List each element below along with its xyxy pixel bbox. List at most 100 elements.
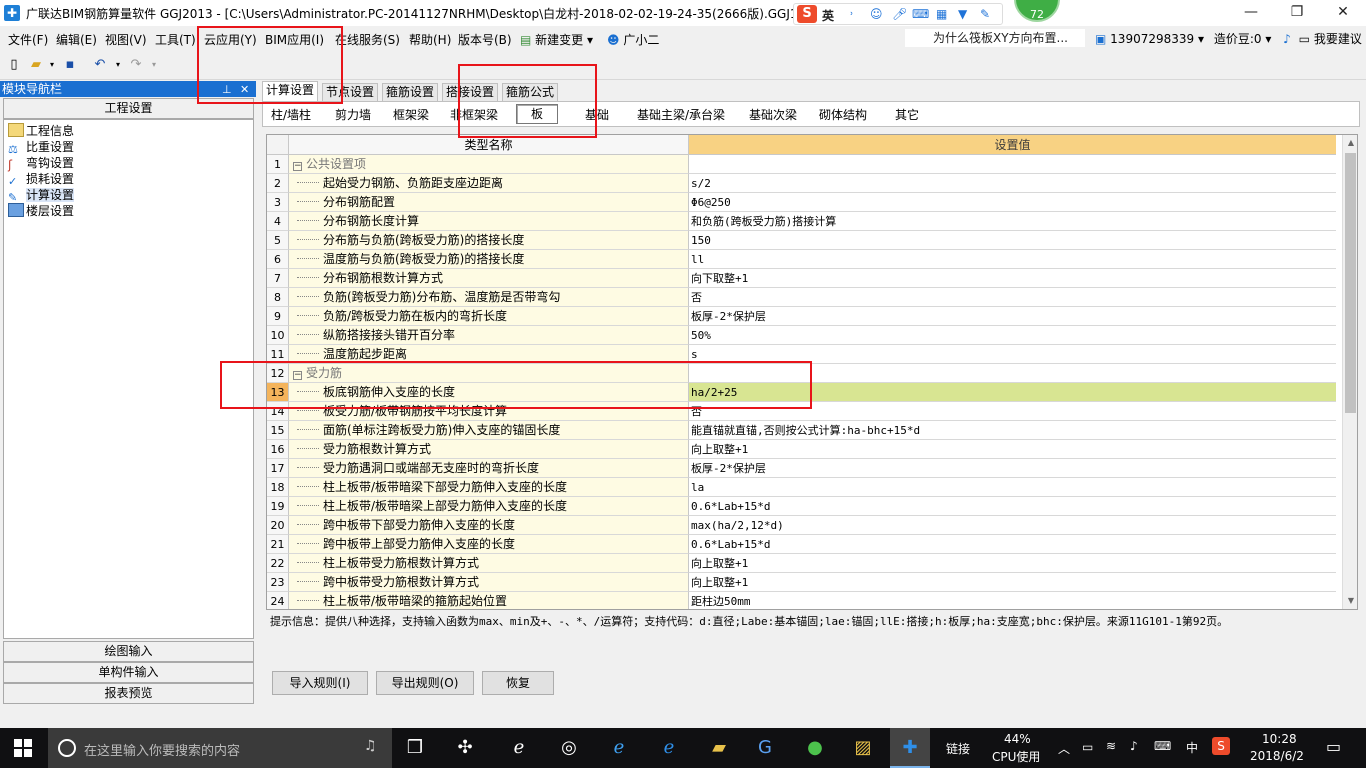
row-value-cell[interactable]: s/2 — [689, 174, 1336, 193]
guangxiaoer-button[interactable]: ☻ 广小二 — [607, 31, 659, 48]
row-value-cell[interactable]: 板厚-2*保护层 — [689, 307, 1336, 326]
row-value-cell[interactable]: 向下取整+1 — [689, 269, 1336, 288]
row-value-cell[interactable]: max(ha/2,12*d) — [689, 516, 1336, 535]
tree-item-density[interactable]: ⚖ 比重设置 — [8, 139, 74, 156]
windows-start-icon[interactable] — [14, 739, 32, 757]
redo-icon[interactable]: ↷ — [128, 57, 144, 73]
fan-app-icon[interactable]: ✣ — [452, 736, 478, 760]
bell-icon[interactable]: ♪ — [1283, 32, 1291, 46]
row-value-cell[interactable]: 板厚-2*保护层 — [689, 459, 1336, 478]
menu-tools[interactable]: 工具(T) — [155, 31, 196, 48]
table-row[interactable]: 17 受力筋遇洞口或端部无支座时的弯折长度 板厚-2*保护层 — [267, 459, 1336, 478]
tab-stirrup-settings[interactable]: 箍筋设置 — [382, 83, 439, 102]
emoji-icon[interactable]: ☺ — [870, 7, 883, 21]
section-single-input[interactable]: 单构件输入 — [3, 662, 254, 683]
notes-app-icon[interactable]: ▨ — [850, 736, 876, 760]
menu-file[interactable]: 文件(F) — [8, 31, 48, 48]
row-value-cell[interactable]: 和负筋(跨板受力筋)搭接计算 — [689, 212, 1336, 231]
tree-item-hook[interactable]: ʃ 弯钩设置 — [8, 155, 74, 172]
table-row[interactable]: 15 面筋(单标注跨板受力筋)伸入支座的锚固长度 能直锚就直锚,否则按公式计算:ha… — [267, 421, 1336, 440]
table-row[interactable]: 8 负筋(跨板受力筋)分布筋、温度筋是否带弯勾 否 — [267, 288, 1336, 307]
section-drawing-input[interactable]: 绘图输入 — [3, 641, 254, 662]
close-button[interactable]: ✕ — [1320, 0, 1366, 26]
row-value-cell[interactable]: 150 — [689, 231, 1336, 250]
ime-toolbar[interactable]: S 英 ˒ ☺ 🎤︎ ⌨ ▦ ▼ ✎ — [793, 3, 1003, 25]
menu-view[interactable]: 视图(V) — [105, 31, 147, 48]
vertical-scrollbar[interactable]: ▲ ▼ — [1342, 135, 1357, 609]
new-change-button[interactable]: ▤ 新建变更 ▾ — [520, 31, 593, 48]
row-value-cell[interactable]: Φ6@250 — [689, 193, 1336, 212]
subtab-foundation-main-beam[interactable]: 基础主梁/承台梁 — [637, 106, 725, 123]
grid-group-row[interactable]: 1− 公共设置项 — [267, 155, 1336, 174]
row-value-cell[interactable]: 距柱边50mm — [689, 592, 1336, 609]
tree-item-floor[interactable]: 楼层设置 — [8, 203, 74, 219]
menu-online[interactable]: 在线服务(S) — [335, 31, 400, 48]
table-row[interactable]: 19 柱上板带/板带暗梁上部受力筋伸入支座的长度 0.6*Lab+15*d — [267, 497, 1336, 516]
grid-icon[interactable]: ▦ — [936, 7, 947, 21]
user-phone[interactable]: 13907298339 — [1110, 32, 1194, 46]
row-value-cell[interactable]: la — [689, 478, 1336, 497]
clock-date[interactable]: 2018/6/2 — [1250, 749, 1304, 763]
table-row[interactable]: 22 柱上板带受力筋根数计算方式 向上取整+1 — [267, 554, 1336, 573]
row-value-cell[interactable]: 能直锚就直锚,否则按公式计算:ha-bhc+15*d — [689, 421, 1336, 440]
keyboard-icon[interactable]: ⌨ — [1154, 739, 1171, 753]
ime-chinese[interactable]: 中 — [1186, 739, 1198, 756]
scroll-down-icon[interactable]: ▼ — [1343, 593, 1357, 609]
undo-dropdown-icon[interactable]: ▾ — [110, 57, 126, 73]
export-rules-button[interactable]: 导出规则(O) — [376, 671, 474, 695]
score-badge[interactable]: 72 — [1014, 0, 1060, 22]
battery-icon[interactable]: ▭ — [1082, 740, 1093, 754]
table-row[interactable]: 4 分布钢筋长度计算 和负筋(跨板受力筋)搭接计算 — [267, 212, 1336, 231]
volume-icon[interactable]: ♪ — [1130, 739, 1138, 753]
minimize-button[interactable]: — — [1228, 0, 1274, 26]
table-row[interactable]: 6 温度筋与负筋(跨板受力筋)的搭接长度 ll — [267, 250, 1336, 269]
task-view-icon[interactable]: ❒ — [402, 736, 428, 760]
table-row[interactable]: 9 负筋/跨板受力筋在板内的弯折长度 板厚-2*保护层 — [267, 307, 1336, 326]
ime-mode-label[interactable]: 英 — [822, 7, 834, 24]
glodon-g-icon[interactable]: G — [752, 736, 778, 760]
suggest-link[interactable]: 我要建议 — [1314, 32, 1362, 46]
tree-item-calc[interactable]: ✎ 计算设置 — [8, 187, 75, 204]
import-rules-button[interactable]: 导入规则(I) — [272, 671, 368, 695]
microphone-icon[interactable]: 🎤︎ — [892, 7, 907, 21]
menu-help[interactable]: 帮助(H) — [409, 31, 451, 48]
row-value-cell[interactable]: 向上取整+1 — [689, 573, 1336, 592]
microphone-icon[interactable]: ♫ — [364, 738, 377, 754]
keyboard-icon[interactable]: ⌨ — [912, 7, 929, 21]
row-value-cell[interactable]: 否 — [689, 288, 1336, 307]
taskbar-link[interactable]: 链接 — [946, 740, 970, 757]
sogou-tray-icon[interactable]: S — [1212, 737, 1230, 755]
subtab-shear-wall[interactable]: 剪力墙 — [335, 106, 371, 123]
wrench-icon[interactable]: ✎ — [980, 7, 990, 21]
shirt-icon[interactable]: ▼ — [958, 7, 967, 21]
scroll-up-icon[interactable]: ▲ — [1343, 135, 1357, 151]
file-explorer-icon[interactable]: ▰ — [706, 736, 732, 760]
row-value-cell[interactable]: 0.6*Lab+15*d — [689, 497, 1336, 516]
row-value-cell[interactable]: 向上取整+1 — [689, 440, 1336, 459]
table-row[interactable]: 7 分布钢筋根数计算方式 向下取整+1 — [267, 269, 1336, 288]
punctuation-icon[interactable]: ˒ — [850, 7, 854, 21]
row-value-cell[interactable]: 0.6*Lab+15*d — [689, 535, 1336, 554]
bean-count[interactable]: 造价豆:0 — [1214, 32, 1262, 46]
taskbar-search[interactable]: 在这里输入你要搜索的内容 ♫ — [48, 728, 392, 768]
subtab-column[interactable]: 柱/墙柱 — [271, 106, 311, 123]
tray-expand-icon[interactable]: ︿ — [1058, 740, 1070, 757]
subtab-masonry[interactable]: 砌体结构 — [819, 106, 867, 123]
undo-icon[interactable]: ↶ — [92, 57, 108, 73]
save-icon[interactable]: ▪ — [62, 57, 78, 73]
menu-version[interactable]: 版本号(B) — [458, 31, 512, 48]
open-dropdown-icon[interactable]: ▾ — [44, 57, 60, 73]
spiral-app-icon[interactable]: ◎ — [556, 736, 582, 760]
new-file-icon[interactable]: ▯ — [6, 57, 22, 73]
menu-edit[interactable]: 编辑(E) — [56, 31, 97, 48]
row-value-cell[interactable] — [689, 155, 1336, 174]
subtab-foundation-secondary-beam[interactable]: 基础次梁 — [749, 106, 797, 123]
table-row[interactable]: 18 柱上板带/板带暗梁下部受力筋伸入支座的长度 la — [267, 478, 1336, 497]
row-value-cell[interactable]: ll — [689, 250, 1336, 269]
table-row[interactable]: 24 柱上板带/板带暗梁的箍筋起始位置 距柱边50mm — [267, 592, 1336, 609]
table-row[interactable]: 20 跨中板带下部受力筋伸入支座的长度 max(ha/2,12*d) — [267, 516, 1336, 535]
wifi-icon[interactable]: ≋ — [1106, 739, 1116, 753]
ie-blue-icon[interactable]: ℯ — [656, 736, 682, 760]
table-row[interactable]: 2 起始受力钢筋、负筋距支座边距离 s/2 — [267, 174, 1336, 193]
edge-icon[interactable]: ℯ — [606, 736, 632, 760]
